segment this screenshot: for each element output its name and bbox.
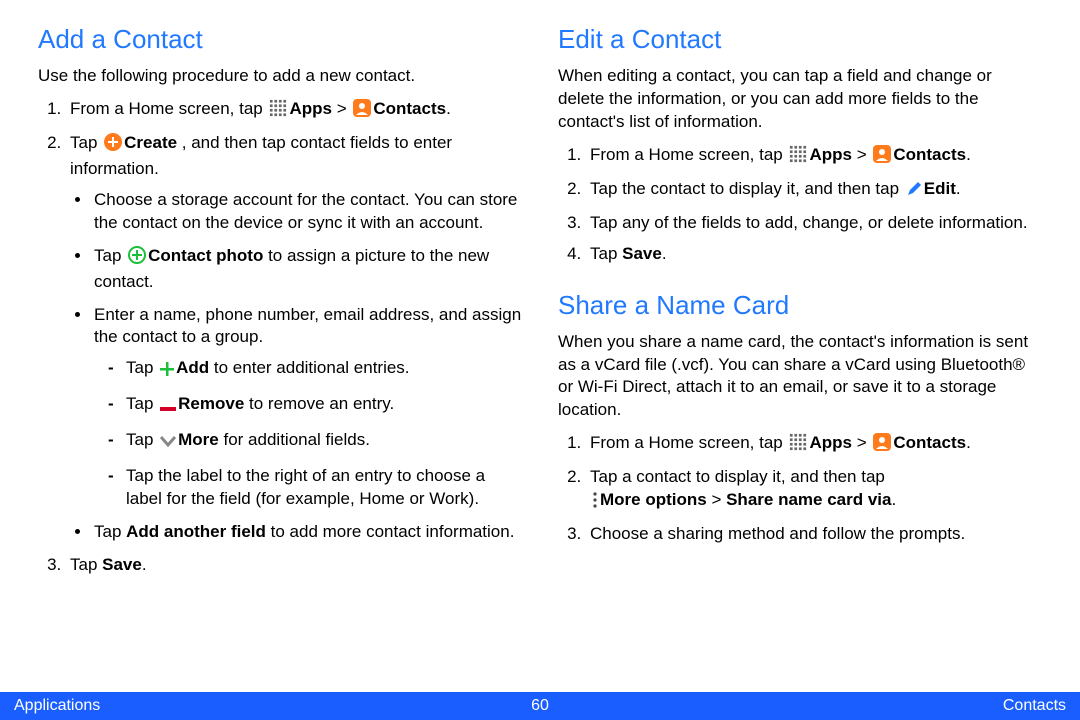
bullet-contact-photo: Tap Contact photo to assign a picture to… bbox=[92, 245, 522, 294]
step-1: From a Home screen, tap Apps > Contacts. bbox=[586, 144, 1042, 170]
apps-label: Apps bbox=[289, 99, 332, 118]
text: From a Home screen, tap bbox=[590, 433, 787, 452]
heading-share-name-card: Share a Name Card bbox=[558, 290, 1042, 321]
gt: > bbox=[852, 145, 871, 164]
add-plus-icon bbox=[160, 360, 174, 383]
share-name-card-steps: From a Home screen, tap Apps > Contacts.… bbox=[558, 432, 1042, 546]
footer-right: Contacts bbox=[715, 697, 1066, 715]
contacts-label: Contacts bbox=[893, 145, 966, 164]
text: From a Home screen, tap bbox=[590, 145, 787, 164]
text: From a Home screen, tap bbox=[70, 99, 267, 118]
text: Tap bbox=[590, 244, 622, 263]
step-2: Tap a contact to display it, and then ta… bbox=[586, 466, 1042, 515]
remove-label: Remove bbox=[178, 394, 244, 413]
plus-circle-icon bbox=[128, 246, 146, 271]
text: Tap bbox=[126, 430, 158, 449]
heading-add-contact: Add a Contact bbox=[38, 24, 522, 55]
contacts-label: Contacts bbox=[893, 433, 966, 452]
add-contact-steps: From a Home screen, tap Apps > Contacts.… bbox=[38, 98, 522, 577]
contacts-label: Contacts bbox=[373, 99, 446, 118]
apps-label: Apps bbox=[809, 433, 852, 452]
bullet-add-another: Tap Add another field to add more contac… bbox=[92, 521, 522, 544]
more-options-dots-icon bbox=[592, 492, 598, 515]
heading-edit-contact: Edit a Contact bbox=[558, 24, 1042, 55]
gt: > bbox=[332, 99, 351, 118]
text: . bbox=[662, 244, 667, 263]
footer-bar: Applications 60 Contacts bbox=[0, 692, 1080, 720]
gt: > bbox=[852, 433, 871, 452]
create-plus-icon bbox=[104, 133, 122, 158]
apps-grid-icon bbox=[789, 433, 807, 458]
gt: > bbox=[707, 490, 726, 509]
text: Tap bbox=[126, 394, 158, 413]
text: Tap bbox=[70, 555, 102, 574]
contact-photo-label: Contact photo bbox=[148, 246, 263, 265]
dash-more: Tap More for additional fields. bbox=[108, 429, 522, 455]
save-label: Save bbox=[102, 555, 142, 574]
bullet-storage: Choose a storage account for the contact… bbox=[92, 189, 522, 235]
dash-list: Tap Add to enter additional entries. Tap… bbox=[94, 357, 522, 511]
apps-label: Apps bbox=[809, 145, 852, 164]
text: . bbox=[142, 555, 147, 574]
more-options-label: More options bbox=[600, 490, 707, 509]
edit-contact-steps: From a Home screen, tap Apps > Contacts.… bbox=[558, 144, 1042, 266]
add-label: Add bbox=[176, 358, 209, 377]
text: Tap bbox=[94, 246, 126, 265]
contacts-icon bbox=[353, 99, 371, 124]
content-columns: Add a Contact Use the following procedur… bbox=[0, 0, 1080, 692]
step-3: Tap any of the fields to add, change, or… bbox=[586, 212, 1042, 235]
step-1: From a Home screen, tap Apps > Contacts. bbox=[586, 432, 1042, 458]
text: Tap a contact to display it, and then ta… bbox=[590, 467, 885, 486]
text: Tap bbox=[94, 522, 126, 541]
apps-grid-icon bbox=[789, 145, 807, 170]
step-4: Tap Save. bbox=[586, 243, 1042, 266]
edit-label: Edit bbox=[924, 179, 956, 198]
text: to remove an entry. bbox=[244, 394, 394, 413]
apps-grid-icon bbox=[269, 99, 287, 124]
bullet-enter-name: Enter a name, phone number, email addres… bbox=[92, 304, 522, 512]
dash-remove: Tap Remove to remove an entry. bbox=[108, 393, 522, 419]
step-2: Tap Create , and then tap contact fields… bbox=[66, 132, 522, 544]
text: to add more contact information. bbox=[266, 522, 515, 541]
save-label: Save bbox=[622, 244, 662, 263]
pencil-icon bbox=[906, 181, 922, 204]
text: Tap bbox=[70, 133, 102, 152]
step-3: Choose a sharing method and follow the p… bbox=[586, 523, 1042, 546]
text: to enter additional entries. bbox=[209, 358, 409, 377]
more-label: More bbox=[178, 430, 219, 449]
intro-share-name-card: When you share a name card, the contact'… bbox=[558, 331, 1042, 423]
dash-label: Tap the label to the right of an entry t… bbox=[108, 465, 522, 511]
add-another-field-label: Add another field bbox=[126, 522, 266, 541]
create-label: Create bbox=[124, 133, 177, 152]
dash-add: Tap Add to enter additional entries. bbox=[108, 357, 522, 383]
remove-minus-icon bbox=[160, 396, 176, 419]
contacts-icon bbox=[873, 433, 891, 458]
step-2: Tap the contact to display it, and then … bbox=[586, 178, 1042, 204]
step-1: From a Home screen, tap Apps > Contacts. bbox=[66, 98, 522, 124]
left-column: Add a Contact Use the following procedur… bbox=[38, 24, 522, 688]
text: for additional fields. bbox=[219, 430, 370, 449]
footer-page-number: 60 bbox=[365, 697, 716, 715]
step-3: Tap Save. bbox=[66, 554, 522, 577]
chevron-down-icon bbox=[160, 432, 176, 455]
footer-left: Applications bbox=[14, 697, 365, 715]
page: Add a Contact Use the following procedur… bbox=[0, 0, 1080, 720]
share-via-label: Share name card via bbox=[726, 490, 891, 509]
text: Tap the contact to display it, and then … bbox=[590, 179, 904, 198]
intro-edit-contact: When editing a contact, you can tap a fi… bbox=[558, 65, 1042, 134]
text: Enter a name, phone number, email addres… bbox=[94, 305, 521, 347]
contacts-icon bbox=[873, 145, 891, 170]
right-column: Edit a Contact When editing a contact, y… bbox=[558, 24, 1042, 688]
intro-add-contact: Use the following procedure to add a new… bbox=[38, 65, 522, 88]
step-2-bullets: Choose a storage account for the contact… bbox=[70, 189, 522, 544]
text: Tap bbox=[126, 358, 158, 377]
